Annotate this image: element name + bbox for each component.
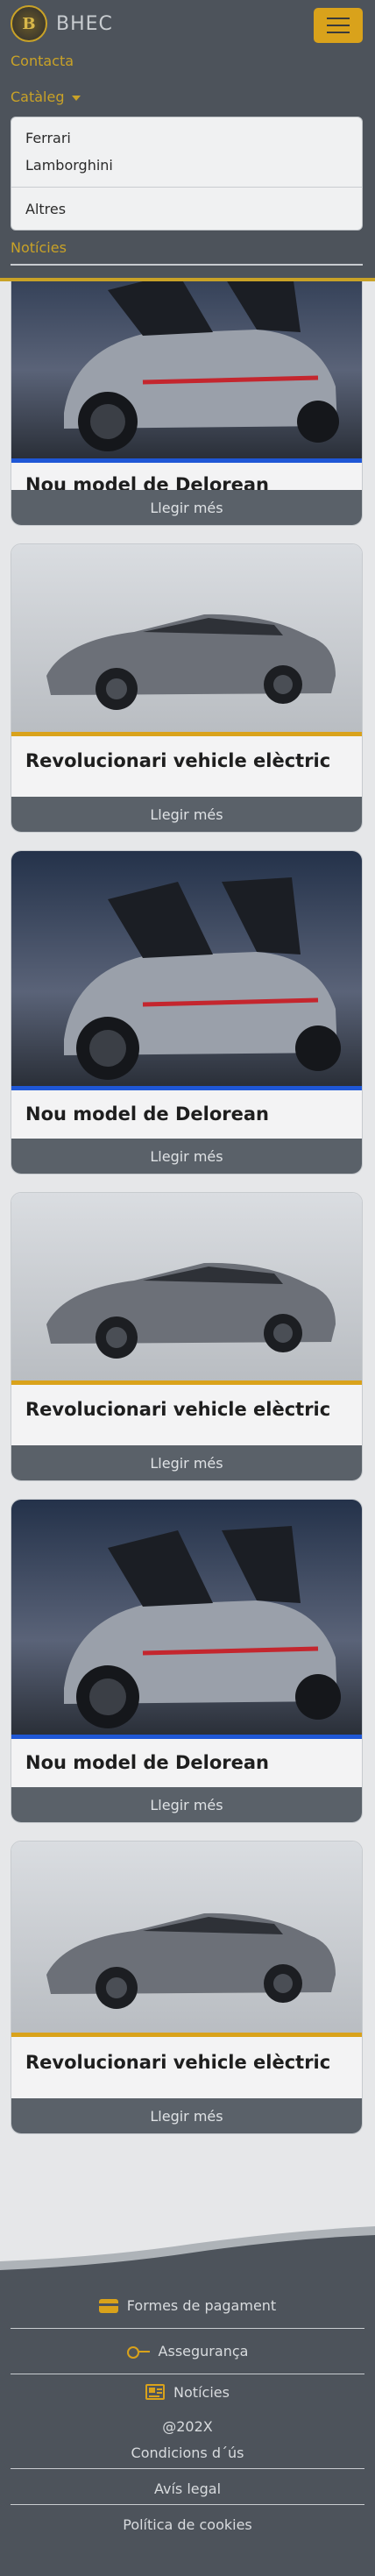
read-more-button[interactable]: Llegir més bbox=[11, 1787, 362, 1822]
card-title[interactable]: Revolucionari vehicle elèctric bbox=[25, 2052, 330, 2073]
key-icon bbox=[126, 2345, 150, 2359]
card-title[interactable]: Nou model de Delorean bbox=[25, 1103, 269, 1125]
newspaper-icon bbox=[145, 2384, 166, 2400]
navbar: B BHEC Contacta Catàleg Ferrari Lamborgh… bbox=[0, 0, 375, 281]
card-accent-stripe bbox=[11, 458, 362, 463]
news-card: Revolucionari vehicle elèctric Llegir mé… bbox=[11, 543, 363, 833]
card-accent-stripe bbox=[11, 1380, 362, 1385]
card-accent-stripe bbox=[11, 1735, 362, 1739]
footer-link-terms[interactable]: Condicions d´ús bbox=[11, 2445, 364, 2469]
card-title[interactable]: Revolucionari vehicle elèctric bbox=[25, 1399, 330, 1420]
copyright: @202X bbox=[162, 2418, 213, 2435]
hamburger-icon bbox=[327, 18, 350, 19]
read-more-button[interactable]: Llegir més bbox=[11, 1445, 362, 1480]
footer-news-label: Notícies bbox=[173, 2383, 230, 2401]
hamburger-icon-line bbox=[327, 32, 350, 33]
footer-wave bbox=[0, 2226, 375, 2279]
brand[interactable]: B BHEC bbox=[11, 5, 113, 42]
card-accent-stripe bbox=[11, 2033, 362, 2037]
dropdown-item-lamborghini[interactable]: Lamborghini bbox=[25, 157, 113, 174]
news-card: Nou model de Delorean Llegir més bbox=[11, 1499, 363, 1823]
nav-catalog-label: Catàleg bbox=[11, 89, 65, 105]
read-more-button[interactable]: Llegir més bbox=[11, 1139, 362, 1174]
brand-name: BHEC bbox=[56, 12, 113, 35]
catalog-dropdown: Ferrari Lamborghini Altres bbox=[11, 117, 363, 231]
nav-link-catalog[interactable]: Catàleg bbox=[11, 89, 81, 105]
logo-letter: B bbox=[22, 14, 36, 33]
dropdown-divider bbox=[11, 187, 362, 188]
brand-logo: B bbox=[11, 5, 47, 42]
footer-link-insurance[interactable]: Assegurança bbox=[11, 2329, 364, 2374]
read-more-button[interactable]: Llegir més bbox=[11, 2098, 362, 2133]
footer-link-legal[interactable]: Avís legal bbox=[11, 2480, 364, 2505]
read-more-button[interactable]: Llegir més bbox=[11, 797, 362, 832]
card-title[interactable]: Revolucionari vehicle elèctric bbox=[25, 750, 330, 771]
card-image-sedan bbox=[11, 544, 362, 732]
footer-payment-label: Formes de pagament bbox=[126, 2297, 277, 2314]
card-accent-stripe bbox=[11, 1086, 362, 1090]
footer-insurance-label: Assegurança bbox=[158, 2343, 249, 2360]
footer-link-news[interactable]: Notícies bbox=[11, 2374, 364, 2409]
caret-down-icon bbox=[71, 95, 81, 101]
news-card: Nou model de Delorean Llegir més bbox=[11, 850, 363, 1174]
nav-link-contact[interactable]: Contacta bbox=[11, 53, 74, 69]
card-accent-stripe bbox=[11, 732, 362, 736]
card-image-sedan bbox=[11, 1193, 362, 1380]
footer-link-cookies[interactable]: Política de cookies bbox=[11, 2516, 364, 2540]
nav-link-news[interactable]: Notícies bbox=[11, 239, 67, 256]
nav-active-underline bbox=[11, 264, 363, 266]
menu-toggle-button[interactable] bbox=[314, 8, 363, 43]
news-card: Revolucionari vehicle elèctric Llegir mé… bbox=[11, 1841, 363, 2134]
read-more-button[interactable]: Llegir més bbox=[11, 490, 362, 525]
news-card: Revolucionari vehicle elèctric Llegir mé… bbox=[11, 1192, 363, 1481]
credit-card-icon bbox=[98, 2298, 118, 2313]
hamburger-icon-line bbox=[327, 25, 350, 26]
footer: Formes de pagament Assegurança Notícies … bbox=[0, 2274, 375, 2576]
card-image-sedan bbox=[11, 1842, 362, 2033]
card-title[interactable]: Nou model de Delorean bbox=[25, 1752, 269, 1773]
card-image-gullwing bbox=[11, 1500, 362, 1735]
card-image-gullwing bbox=[11, 851, 362, 1086]
footer-link-payment[interactable]: Formes de pagament bbox=[11, 2283, 364, 2329]
dropdown-item-ferrari[interactable]: Ferrari bbox=[25, 130, 71, 146]
dropdown-item-altres[interactable]: Altres bbox=[25, 201, 66, 217]
